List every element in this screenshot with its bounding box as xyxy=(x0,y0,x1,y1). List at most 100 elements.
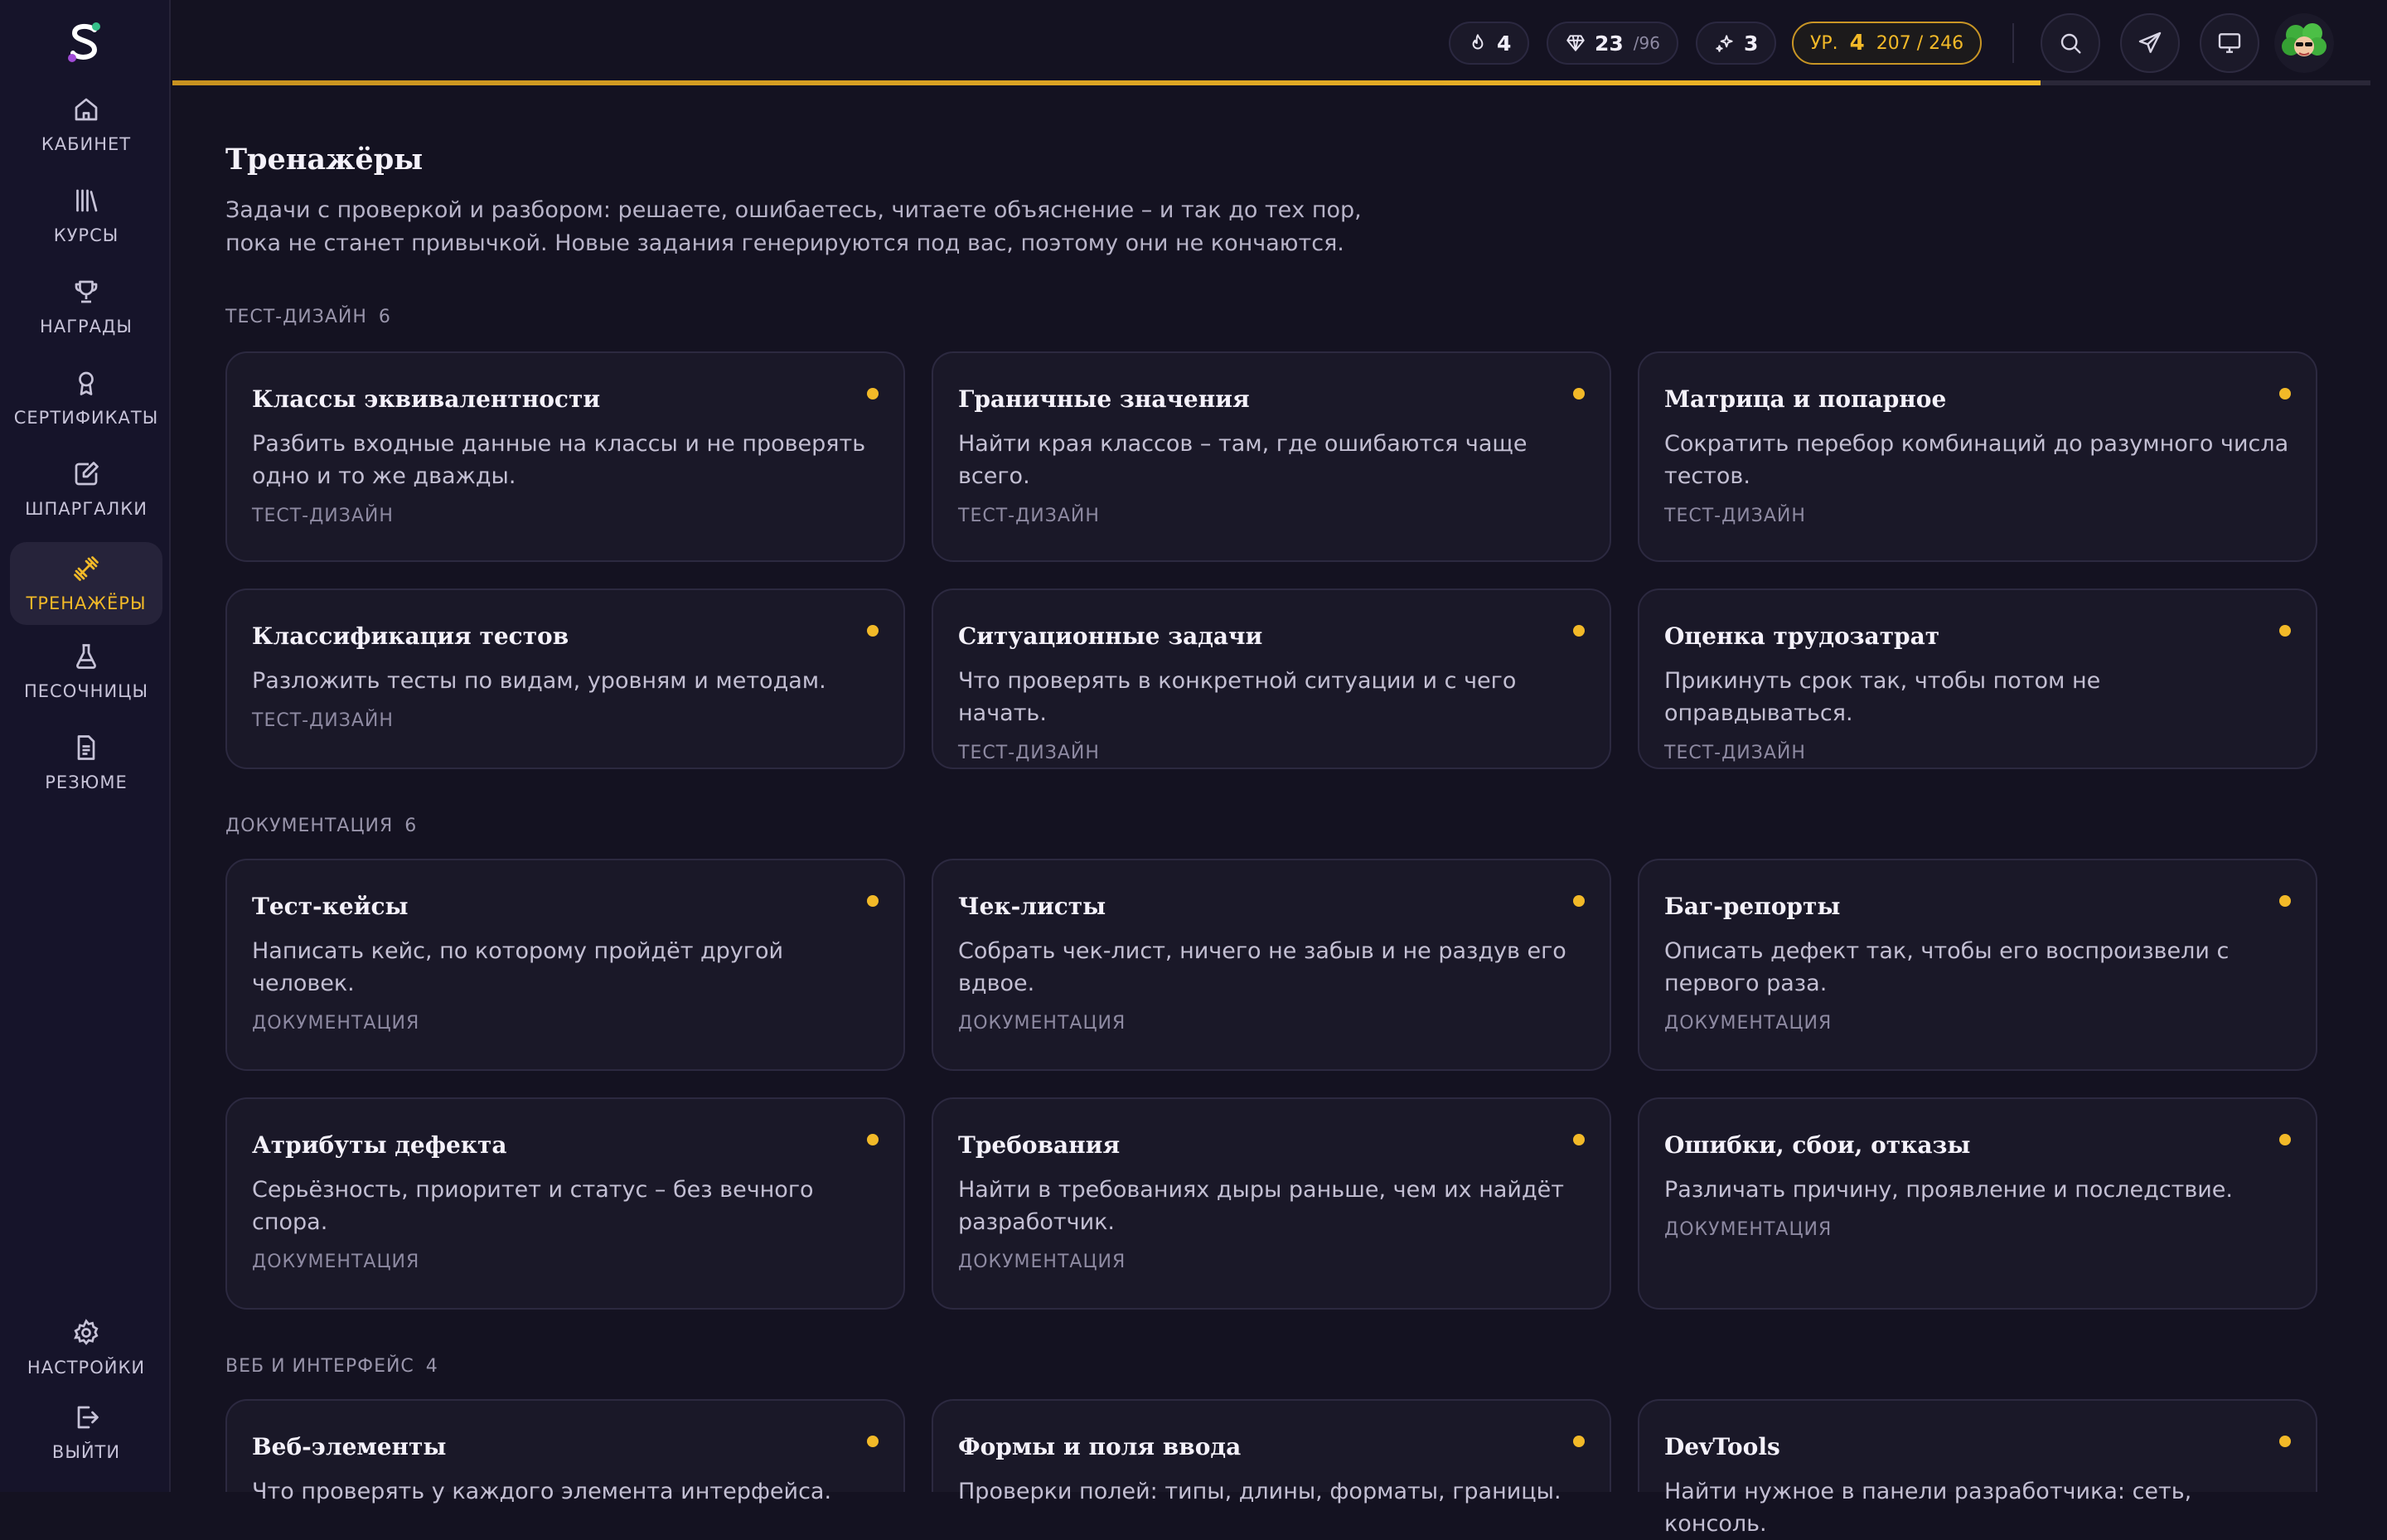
card-description: Разложить тесты по видам, уровням и мето… xyxy=(252,668,826,694)
sidebar-item-cabinet[interactable]: КАБИНЕТ xyxy=(10,83,162,166)
card-title: Веб-элементы xyxy=(252,1433,447,1460)
section-title: ТЕСТ-ДИЗАЙН xyxy=(225,307,367,327)
sparkles-icon xyxy=(1716,35,1733,52)
sparks-count: 3 xyxy=(1744,31,1759,56)
card-description: Сократить перебор комбинаций до разумног… xyxy=(1664,431,2289,489)
card-tag: ТЕСТ-ДИЗАЙН xyxy=(252,710,394,731)
trainer-card[interactable]: Ошибки, сбои, отказы Различать причину, … xyxy=(1638,1097,2317,1310)
trainer-card[interactable]: Матрица и попарное Сократить перебор ком… xyxy=(1638,351,2317,562)
trainer-card[interactable]: Граничные значения Найти края классов – … xyxy=(932,351,1611,562)
trainer-card[interactable]: Классификация тестов Разложить тесты по … xyxy=(225,588,905,769)
gear-icon xyxy=(74,1319,99,1345)
card-tag: ТЕСТ-ДИЗАЙН xyxy=(1664,743,1806,763)
new-indicator-dot xyxy=(1573,388,1585,400)
section-title: ДОКУМЕНТАЦИЯ xyxy=(225,816,394,836)
award-icon xyxy=(79,371,94,395)
sidebar-item-resume[interactable]: РЕЗЮМЕ xyxy=(10,721,162,804)
sidebar-item-trainers[interactable]: ТРЕНАЖЁРЫ xyxy=(10,542,162,625)
user-avatar[interactable] xyxy=(2274,13,2334,73)
new-indicator-dot xyxy=(2279,625,2291,637)
trainer-card[interactable]: DevTools Найти нужное в панели разработч… xyxy=(1638,1399,2317,1537)
sidebar-item-settings[interactable]: НАСТРОЙКИ xyxy=(10,1306,162,1389)
trainer-card[interactable]: Чек-листы Собрать чек-лист, ничего не за… xyxy=(932,859,1611,1071)
card-description: Найти нужное в панели разработчика: сеть… xyxy=(1664,1479,2192,1537)
trainer-card[interactable]: Атрибуты дефекта Серьёзность, приоритет … xyxy=(225,1097,905,1310)
new-indicator-dot xyxy=(2279,895,2291,907)
card-tag: ТЕСТ-ДИЗАЙН xyxy=(958,506,1100,526)
sidebar-item-label: ТРЕНАЖЁРЫ xyxy=(26,593,147,613)
trainer-card[interactable]: Веб-элементы Что проверять у каждого эле… xyxy=(225,1399,905,1504)
card-tag: ТЕСТ-ДИЗАЙН xyxy=(252,506,394,526)
card-title: Требования xyxy=(958,1131,1121,1159)
xp-progress-text: 207 / 246 xyxy=(1876,32,1964,54)
page-title: Тренажёры xyxy=(225,143,424,177)
sidebar-item-cheatsheets[interactable]: ШПАРГАЛКИ xyxy=(10,448,162,530)
new-indicator-dot xyxy=(1573,1436,1585,1447)
home-icon xyxy=(75,98,98,121)
card-title: Граничные значения xyxy=(958,385,1250,413)
new-indicator-dot xyxy=(2279,1436,2291,1447)
new-indicator-dot xyxy=(867,895,879,907)
page-progress-bar xyxy=(172,80,2370,85)
new-indicator-dot xyxy=(1573,895,1585,907)
card-title: Формы и поля ввода xyxy=(958,1433,1242,1460)
new-indicator-dot xyxy=(1573,1134,1585,1145)
trainer-card[interactable]: Тест-кейсы Написать кейс, по которому пр… xyxy=(225,859,905,1071)
new-indicator-dot xyxy=(867,1436,879,1447)
new-indicator-dot xyxy=(1573,625,1585,637)
new-indicator-dot xyxy=(867,625,879,637)
sidebar-item-label: ПЕСОЧНИЦЫ xyxy=(24,681,148,701)
page-progress-fill xyxy=(172,80,2041,85)
monitor-icon xyxy=(2218,33,2241,53)
search-button[interactable] xyxy=(2041,13,2100,73)
card-description: Найти края классов – там, где ошибаются … xyxy=(958,431,1528,489)
sidebar-item-rewards[interactable]: НАГРАДЫ xyxy=(10,265,162,348)
sidebar-item-label: СЕРТИФИКАТЫ xyxy=(13,408,159,428)
streak-badge[interactable]: 4 xyxy=(1449,22,1530,65)
sidebar-item-courses[interactable]: КУРСЫ xyxy=(10,174,162,257)
sidebar-item-logout[interactable]: ВЫЙТИ xyxy=(10,1391,162,1474)
card-title: Оценка трудозатрат xyxy=(1664,622,1940,650)
card-tag: ДОКУМЕНТАЦИЯ xyxy=(958,1252,1126,1272)
sidebar-item-label: КУРСЫ xyxy=(53,225,119,245)
section-heading-test-design: ТЕСТ-ДИЗАЙН 6 xyxy=(225,307,391,327)
sidebar-item-label: ВЫЙТИ xyxy=(51,1442,121,1462)
card-title: Ошибки, сбои, отказы xyxy=(1664,1131,1971,1159)
section-count: 6 xyxy=(378,307,391,327)
sidebar-item-sandboxes[interactable]: ПЕСОЧНИЦЫ xyxy=(10,630,162,713)
card-tag: ДОКУМЕНТАЦИЯ xyxy=(1664,1219,1833,1240)
logout-icon xyxy=(77,1406,99,1429)
page-description: Задачи с проверкой и разбором: решаете, … xyxy=(225,197,1362,256)
sparks-badge[interactable]: 3 xyxy=(1696,22,1777,65)
card-title: Ситуационные задачи xyxy=(958,622,1263,650)
gems-badge[interactable]: 23 /96 xyxy=(1547,22,1678,65)
dumbbell-icon xyxy=(74,556,99,581)
trainer-card[interactable]: Ситуационные задачи Что проверять в конк… xyxy=(932,588,1611,769)
trainer-card[interactable]: Классы эквивалентности Разбить входные д… xyxy=(225,351,905,562)
card-title: Атрибуты дефекта xyxy=(252,1131,507,1159)
card-tag: ДОКУМЕНТАЦИЯ xyxy=(1664,1013,1833,1034)
books-icon xyxy=(76,189,98,212)
card-description: Что проверять в конкретной ситуации и с … xyxy=(958,668,1517,726)
new-indicator-dot xyxy=(2279,1134,2291,1145)
new-indicator-dot xyxy=(867,1134,879,1145)
card-title: Классы эквивалентности xyxy=(252,385,601,413)
telegram-button[interactable] xyxy=(2120,13,2180,73)
sidebar: КАБИНЕТ КУРСЫ НАГРАДЫ СЕРТИФИКАТЫ ШПАРГА… xyxy=(0,0,171,1492)
level-badge[interactable]: УР. 4 207 / 246 xyxy=(1792,22,1983,65)
trainer-card[interactable]: Требования Найти в требованиях дыры рань… xyxy=(932,1097,1611,1310)
trainer-card[interactable]: Баг-репорты Описать дефект так, чтобы ег… xyxy=(1638,859,2317,1071)
trainer-card[interactable]: Формы и поля ввода Проверки полей: типы,… xyxy=(932,1399,1611,1504)
level-number: 4 xyxy=(1849,31,1865,56)
new-indicator-dot xyxy=(2279,388,2291,400)
sidebar-item-label: КАБИНЕТ xyxy=(41,134,132,154)
display-mode-button[interactable] xyxy=(2200,13,2259,73)
search-icon xyxy=(2060,33,2081,54)
sidebar-item-certificates[interactable]: СЕРТИФИКАТЫ xyxy=(10,356,162,439)
trainer-card[interactable]: Оценка трудозатрат Прикинуть срок так, ч… xyxy=(1638,588,2317,769)
card-description: Собрать чек-лист, ничего не забыв и не р… xyxy=(958,938,1566,996)
card-description: Описать дефект так, чтобы его воспроизве… xyxy=(1664,938,2230,996)
card-title: Классификация тестов xyxy=(252,622,569,650)
card-tag: ДОКУМЕНТАЦИЯ xyxy=(252,1013,420,1034)
app-logo[interactable] xyxy=(65,20,104,66)
